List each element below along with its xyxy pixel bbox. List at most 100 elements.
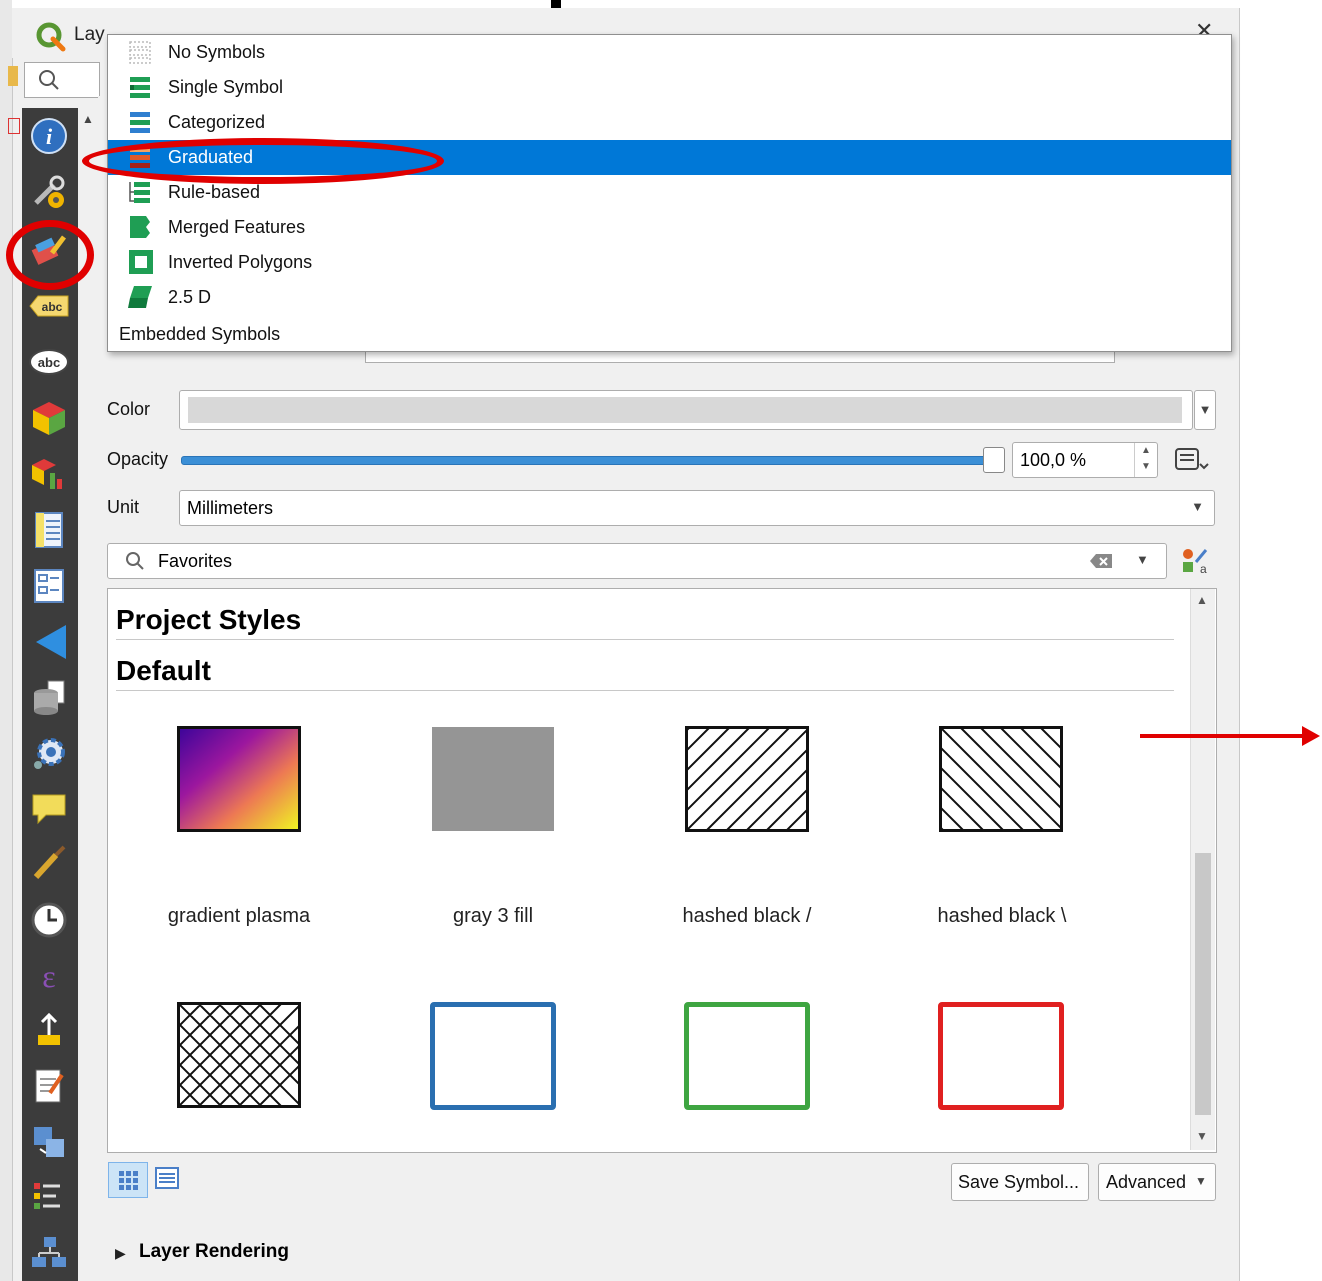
symbol-outline-red[interactable] [938,1002,1064,1110]
temporal-icon[interactable] [27,898,71,942]
search-chevron-down-icon[interactable]: ▼ [1136,552,1149,567]
symbol-label: hashed black / [682,905,812,927]
menu-item-label: No Symbols [168,42,266,62]
clear-search-icon[interactable] [1088,552,1114,570]
color-label: Color [107,399,151,419]
sidebar-scroll-up-button[interactable]: ▲ [78,112,98,130]
expand-triangle-icon[interactable]: ▶ [115,1245,126,1262]
symbol-hashed-black-forward[interactable] [685,726,809,832]
display-tips-icon[interactable] [27,786,71,830]
scrollbar-thumb[interactable] [1195,853,1211,1115]
actions-icon[interactable] [27,730,71,774]
menu-item-no-symbols[interactable]: No Symbols [108,35,1231,70]
elevation-icon[interactable] [27,1008,71,1052]
symbol-outline-blue[interactable] [430,1002,556,1110]
fields-icon[interactable] [27,508,71,552]
auxiliary-storage-icon[interactable] [27,676,71,720]
symbol-label: gray 3 fill [452,905,534,927]
menu-item-inverted-polygons[interactable]: Inverted Polygons [108,245,1231,280]
variables-icon[interactable]: ε [27,954,71,998]
no-symbols-icon [129,41,151,64]
annotation-arrow-head-icon [1302,726,1320,746]
3d-view-icon[interactable] [27,396,71,440]
section-divider [116,690,1174,691]
background-toolbar-icon [8,66,18,86]
rule-based-icon [129,182,150,203]
svg-text:a: a [1200,562,1207,576]
menu-item-categorized[interactable]: Categorized [108,105,1231,140]
symbol-label: gradient plasma [167,905,311,927]
metadata-icon[interactable] [27,1064,71,1108]
svg-text:abc: abc [38,355,60,370]
symbol-search-input[interactable]: Favorites ▼ [107,543,1167,579]
unit-select[interactable]: Millimeters ▼ [179,490,1215,526]
two-point-five-d-icon [128,286,152,308]
qgis-logo-icon [36,22,66,52]
menu-item-merged-features[interactable]: Merged Features [108,210,1231,245]
menu-item-2-5-d[interactable]: 2.5 D [108,280,1231,315]
annotation-arrow-shaft [1140,734,1308,738]
symbol-gray-3-fill[interactable] [432,727,554,831]
source-settings-icon[interactable] [27,170,71,214]
list-view-button[interactable] [154,1166,184,1194]
dependencies-icon[interactable] [27,1120,71,1164]
renderer-type-dropdown: No Symbols Single Symbol Categorized Gra… [107,34,1232,352]
legend-icon[interactable] [27,1176,71,1220]
single-symbol-icon [130,77,150,98]
icon-view-button[interactable] [108,1162,148,1198]
menu-item-label: Single Symbol [168,77,284,97]
advanced-button[interactable]: Advanced ▼ [1098,1163,1216,1201]
symbol-label: hashed black \ [937,905,1067,927]
highlight-ellipse-graduated [82,138,444,184]
menu-section-embedded-symbols[interactable]: Embedded Symbols [119,324,280,345]
opacity-spinbox[interactable]: 100,0 % ▲ ▼ [1012,442,1158,478]
list-view-icon [155,1167,179,1189]
opacity-value: 100,0 % [1020,450,1087,470]
data-defined-override-icon[interactable] [1172,446,1212,474]
masks-icon[interactable]: abc [27,340,71,384]
search-icon [39,70,59,90]
sidebar-search-input[interactable] [24,62,100,98]
scroll-up-arrow-icon[interactable]: ▲ [1196,593,1208,607]
rendering-icon[interactable] [27,842,71,886]
color-swatch [188,397,1182,423]
symbol-hashed-black-backward[interactable] [939,726,1063,832]
symbol-gradient-plasma[interactable] [177,726,301,832]
symbol-hashed-cross[interactable] [177,1002,301,1108]
opacity-spin-arrows[interactable]: ▲ ▼ [1134,443,1157,477]
categorized-icon [130,112,150,133]
menu-item-label: 2.5 D [168,287,212,307]
svg-text:abc: abc [42,300,63,314]
qgis-server-icon[interactable] [27,1232,71,1276]
opacity-label: Opacity [107,449,169,469]
section-header-project-styles: Project Styles [116,604,302,635]
unit-chevron-down-icon: ▼ [1191,499,1204,514]
style-manager-icon[interactable]: a [1180,546,1210,576]
browser-scrollbar[interactable]: ▲ ▼ [1190,589,1215,1150]
scroll-down-arrow-icon[interactable]: ▼ [1196,1129,1208,1143]
color-menu-chevron-down-icon[interactable]: ▼ [1194,390,1216,430]
section-divider [116,639,1174,640]
color-button[interactable] [179,390,1193,430]
diagrams-icon[interactable] [27,452,71,496]
symbol-outline-green[interactable] [684,1002,810,1110]
grid-view-icon [119,1171,138,1190]
menu-item-single-symbol[interactable]: Single Symbol [108,70,1231,105]
save-symbol-button[interactable]: Save Symbol... [951,1163,1089,1201]
attributes-form-icon[interactable] [27,564,71,608]
opacity-slider-handle[interactable] [983,447,1005,473]
layer-rendering-header[interactable]: Layer Rendering [139,1241,289,1263]
unit-value: Millimeters [187,498,274,518]
joins-icon[interactable] [27,620,71,664]
background-toolbar-icon [8,118,20,134]
advanced-label: Advanced [1106,1172,1187,1192]
opacity-slider-track[interactable] [181,456,987,465]
menu-item-label: Merged Features [168,217,306,237]
labels-icon[interactable]: abc [27,284,71,328]
section-header-default: Default [116,655,211,686]
svg-text:ε: ε [42,958,55,994]
merged-features-icon [130,216,150,238]
menu-item-label: Rule-based [168,182,261,202]
save-symbol-label: Save Symbol... [958,1172,1080,1192]
information-icon[interactable]: i [27,114,71,158]
